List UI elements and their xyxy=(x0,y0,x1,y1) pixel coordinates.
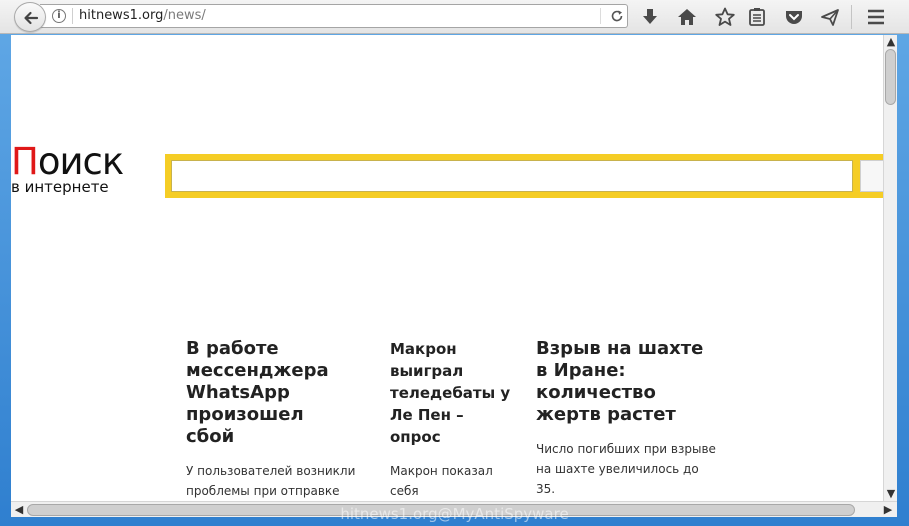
search-button[interactable] xyxy=(860,160,883,192)
url-path: /news/ xyxy=(163,8,206,23)
pocket-icon[interactable] xyxy=(783,6,805,28)
page-viewport: Поиск в интернете В работе мессенджера W… xyxy=(11,35,883,501)
logo-title-rest: оиск xyxy=(37,140,124,183)
url-text[interactable]: hitnews1.org/news/ xyxy=(79,8,206,24)
news-item[interactable]: Взрыв на шахте в Иране: количество жертв… xyxy=(536,338,716,499)
news-text: Число погибших при взрыве на шахте увели… xyxy=(536,442,716,496)
download-icon[interactable] xyxy=(639,6,661,28)
toolbar-divider xyxy=(851,5,852,29)
news-item[interactable]: В работе мессенджера WhatsApp произошел … xyxy=(186,338,356,501)
news-text: Макрон показал себя убедительнее xyxy=(390,464,493,498)
reading-list-icon[interactable] xyxy=(746,6,768,28)
bookmark-star-icon[interactable] xyxy=(714,6,736,28)
news-item[interactable]: Макрон выиграл теледебаты у Ле Пен – опр… xyxy=(390,338,512,501)
news-title[interactable]: Взрыв на шахте в Иране: количество жертв… xyxy=(536,338,716,426)
reload-icon[interactable] xyxy=(609,8,625,24)
browser-toolbar: i hitnews1.org/news/ xyxy=(0,0,909,34)
search-box xyxy=(165,154,883,198)
scroll-down-icon[interactable]: ▼ xyxy=(884,488,898,500)
home-icon[interactable] xyxy=(676,6,698,28)
scroll-up-icon[interactable]: ▲ xyxy=(884,36,898,48)
reload-separator xyxy=(600,8,601,24)
back-button[interactable] xyxy=(14,2,46,32)
info-icon[interactable]: i xyxy=(52,9,66,23)
site-logo[interactable]: Поиск в интернете xyxy=(11,143,136,196)
back-arrow-icon xyxy=(24,11,39,25)
news-title[interactable]: Макрон выиграл теледебаты у Ле Пен – опр… xyxy=(390,338,512,448)
vertical-scrollbar[interactable]: ▲ ▼ xyxy=(883,35,897,501)
news-text: У пользователей возникли проблемы при от… xyxy=(186,464,356,498)
logo-first-letter: П xyxy=(11,140,39,183)
menu-icon[interactable] xyxy=(865,6,887,28)
vertical-scroll-thumb[interactable] xyxy=(885,49,896,105)
url-bar[interactable]: i hitnews1.org/news/ xyxy=(40,4,628,28)
logo-title: Поиск xyxy=(11,143,136,181)
search-input[interactable] xyxy=(171,160,853,192)
news-title[interactable]: В работе мессенджера WhatsApp произошел … xyxy=(186,338,356,448)
watermark-text: hitnews1.org@MyAntiSpyware xyxy=(340,505,569,523)
url-host: hitnews1.org xyxy=(79,8,164,23)
send-icon[interactable] xyxy=(819,6,841,28)
url-separator xyxy=(72,8,73,24)
